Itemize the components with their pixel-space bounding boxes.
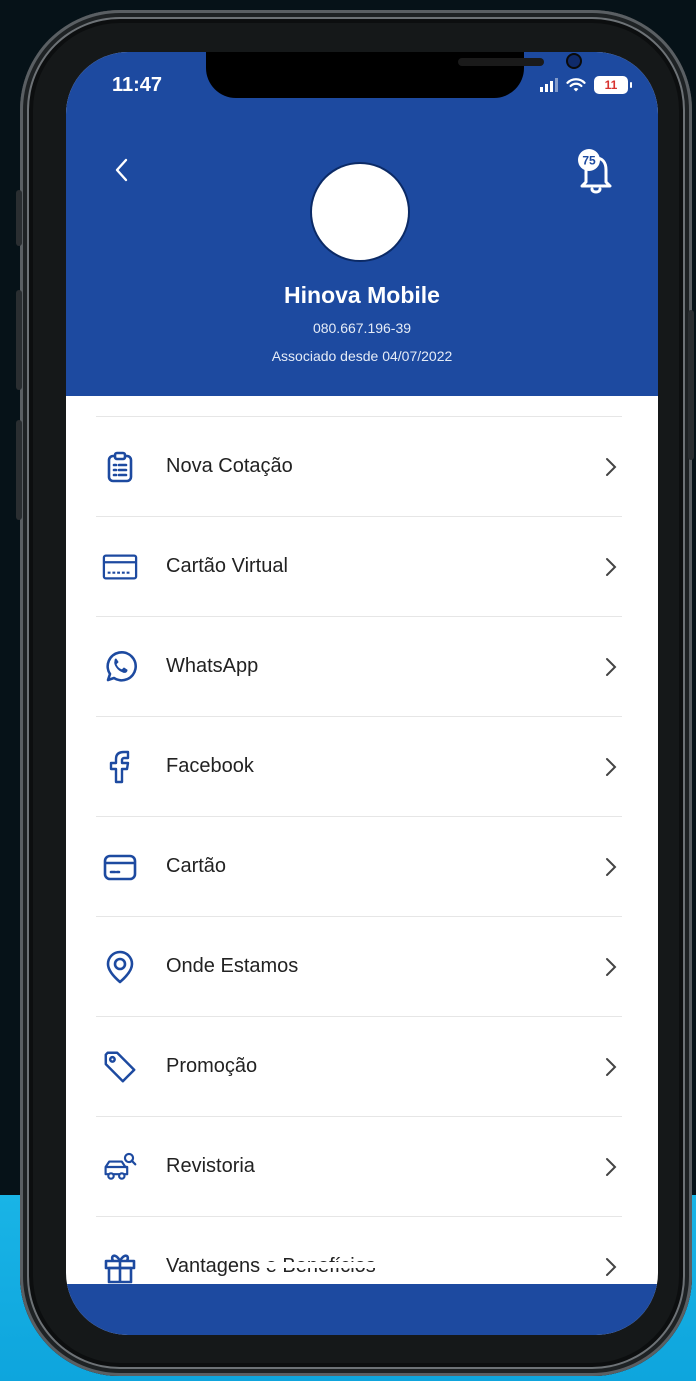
- home-indicator[interactable]: [258, 1262, 466, 1268]
- menu-item-label: Facebook: [166, 755, 254, 777]
- front-camera: [568, 55, 580, 67]
- chevron-right-icon: [606, 857, 617, 876]
- avatar[interactable]: [312, 164, 408, 260]
- chevron-right-icon: [606, 457, 617, 476]
- menu-item-onde-estamos[interactable]: Onde Estamos: [96, 917, 622, 1017]
- car-inspection-icon: [102, 1149, 138, 1185]
- volume-up-button: [16, 290, 22, 390]
- menu-item-label: Revistoria: [166, 1155, 255, 1177]
- notification-count: 75: [582, 154, 596, 168]
- silent-switch: [16, 190, 22, 246]
- facebook-icon: [102, 749, 138, 785]
- profile-header: 11:47 11 75 Hinova Mobile 080.667.196-39…: [66, 52, 658, 396]
- chevron-right-icon: [606, 957, 617, 976]
- signal-icon: [540, 78, 558, 92]
- credit-card-icon: [102, 849, 138, 885]
- tag-icon: [102, 1049, 138, 1085]
- wifi-icon: [566, 77, 586, 91]
- menu-item-revistoria[interactable]: Revistoria: [96, 1117, 622, 1217]
- power-button: [688, 310, 694, 460]
- notification-bell-icon[interactable]: 75: [574, 146, 618, 198]
- status-icons: 11: [540, 76, 632, 94]
- clipboard-icon: [102, 449, 138, 485]
- menu-list: Nova Cotação Cartão Virtual WhatsApp Fac…: [96, 416, 622, 1316]
- chevron-right-icon: [606, 1057, 617, 1076]
- status-time: 11:47: [112, 74, 163, 96]
- chevron-right-icon: [606, 657, 617, 676]
- whatsapp-icon: [102, 649, 138, 685]
- menu-item-label: Promoção: [166, 1055, 258, 1077]
- battery-icon: 11: [594, 76, 632, 94]
- chevron-right-icon: [606, 757, 617, 776]
- bottom-bar: [66, 1284, 658, 1335]
- menu-item-label: Cartão: [166, 855, 227, 877]
- chevron-right-icon: [606, 1257, 617, 1276]
- menu-item-label: Cartão Virtual: [166, 555, 288, 577]
- user-cpf: 080.667.196-39: [312, 320, 412, 336]
- menu-item-promocao[interactable]: Promoção: [96, 1017, 622, 1117]
- menu-item-cartao-virtual[interactable]: Cartão Virtual: [96, 517, 622, 617]
- menu-item-facebook[interactable]: Facebook: [96, 717, 622, 817]
- menu-item-cartao[interactable]: Cartão: [96, 817, 622, 917]
- menu-item-nova-cotacao[interactable]: Nova Cotação: [96, 417, 622, 517]
- speaker: [458, 58, 544, 66]
- location-pin-icon: [102, 949, 138, 985]
- back-icon[interactable]: [106, 150, 136, 190]
- screen: 11:47 11 75 Hinova Mobile 080.667.196-39…: [66, 52, 658, 1335]
- notch: [206, 52, 580, 98]
- menu-item-label: Onde Estamos: [166, 955, 299, 977]
- member-since: Associado desde 04/07/2022: [271, 348, 453, 364]
- menu-item-label: Nova Cotação: [166, 455, 293, 477]
- gift-icon: [102, 1249, 138, 1285]
- chevron-right-icon: [606, 1157, 617, 1176]
- menu-item-label: WhatsApp: [166, 655, 259, 677]
- volume-down-button: [16, 420, 22, 520]
- user-name: Hinova Mobile: [284, 282, 440, 308]
- virtual-card-icon: [102, 549, 138, 585]
- menu-item-whatsapp[interactable]: WhatsApp: [96, 617, 622, 717]
- chevron-right-icon: [606, 557, 617, 576]
